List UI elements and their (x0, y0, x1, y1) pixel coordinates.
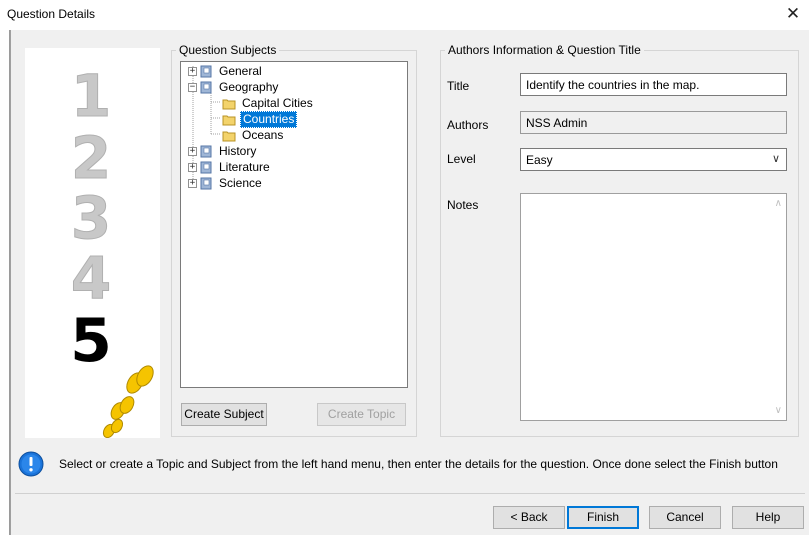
back-button[interactable]: < Back (493, 506, 565, 529)
tree-item-geography[interactable]: − Geography (188, 79, 280, 95)
expand-icon[interactable]: + (188, 66, 197, 76)
subject-book-icon (200, 161, 212, 173)
topic-folder-icon (222, 99, 236, 109)
step-1: 1 (71, 62, 111, 130)
steps-graphic: 1 2 3 4 5 (70, 62, 154, 438)
tree-label-capital-cities: Capital Cities (242, 95, 313, 110)
subjects-legend: Question Subjects (176, 43, 280, 57)
tree-item-general[interactable]: + General (188, 63, 264, 79)
level-select[interactable]: Easy ∨ (520, 148, 787, 171)
notes-textarea[interactable]: ∧ ∨ (520, 193, 787, 421)
tree-label-literature: Literature (219, 159, 270, 174)
tree-label-oceans: Oceans (242, 127, 284, 142)
step-4: 4 (71, 244, 111, 312)
tree-label-general: General (219, 63, 262, 78)
expand-icon[interactable]: + (188, 178, 197, 188)
scroll-down-icon[interactable]: ∨ (775, 405, 782, 416)
steps-panel: 1 2 3 4 5 (25, 48, 160, 438)
tree-item-countries[interactable]: Countries (222, 110, 298, 128)
cancel-button[interactable]: Cancel (649, 506, 721, 529)
subject-book-icon (200, 177, 212, 189)
level-label: Level (447, 152, 476, 166)
level-selected-value: Easy (526, 153, 553, 167)
subject-book-icon (200, 81, 212, 93)
create-subject-button[interactable]: Create Subject (181, 403, 267, 426)
scroll-up-icon[interactable]: ∧ (775, 198, 782, 209)
finish-button[interactable]: Finish (567, 506, 639, 529)
topic-folder-icon (222, 115, 236, 125)
authors-label: Authors (447, 118, 489, 132)
tree-item-literature[interactable]: + Literature (188, 159, 272, 175)
notes-label: Notes (447, 198, 479, 212)
close-button[interactable]: ✕ (781, 3, 805, 25)
details-legend: Authors Information & Question Title (445, 43, 644, 57)
tree-label-geography: Geography (219, 79, 279, 94)
footer-divider (15, 493, 805, 494)
info-message: Select or create a Topic and Subject fro… (59, 457, 778, 471)
chevron-down-icon[interactable]: ∨ (772, 152, 780, 166)
title-bar: Question Details ✕ (0, 0, 809, 30)
subject-book-icon (200, 65, 212, 77)
tree-label-science: Science (219, 175, 262, 190)
window-border (9, 30, 10, 535)
collapse-icon[interactable]: − (188, 82, 197, 92)
info-icon (18, 451, 44, 477)
step-2: 2 (71, 124, 111, 192)
step-5-current: 5 (70, 306, 112, 376)
tree-item-science[interactable]: + Science (188, 175, 264, 191)
title-label: Title (447, 79, 470, 93)
tree-item-capital-cities[interactable]: Capital Cities (222, 95, 315, 111)
title-input[interactable]: Identify the countries in the map. (520, 73, 787, 96)
subjects-tree[interactable]: + General − Geography Capital Cities Cou… (180, 61, 408, 388)
help-button[interactable]: Help (732, 506, 804, 529)
topic-folder-icon (222, 131, 236, 141)
tree-item-oceans[interactable]: Oceans (222, 127, 285, 143)
expand-icon[interactable]: + (188, 162, 197, 172)
subject-book-icon (200, 145, 212, 157)
window-title: Question Details (7, 7, 96, 21)
create-topic-button[interactable]: Create Topic (317, 403, 406, 426)
tree-label-countries: Countries (240, 110, 298, 128)
expand-icon[interactable]: + (188, 146, 197, 156)
tree-label-history: History (219, 143, 257, 158)
step-3: 3 (71, 184, 111, 252)
tree-item-history[interactable]: + History (188, 143, 258, 159)
authors-field: NSS Admin (520, 111, 787, 134)
